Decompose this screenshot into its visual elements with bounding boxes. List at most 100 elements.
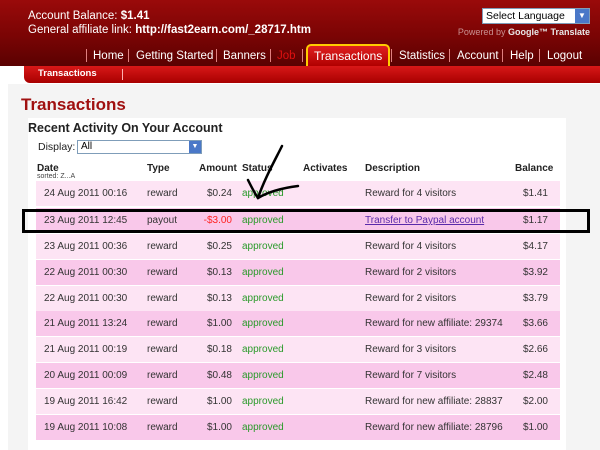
cell-balance: $3.79 <box>522 293 548 304</box>
nav-divider <box>449 49 450 62</box>
table-row: 22 Aug 2011 00:30 reward $0.13 approved Rewa… <box>36 260 560 285</box>
nav-account[interactable]: Account <box>457 48 499 64</box>
cell-type: reward <box>147 396 178 407</box>
powered-by-label: Powered by <box>457 27 506 37</box>
cell-amount: $0.13 <box>206 293 232 304</box>
cell-status: approved <box>242 293 284 304</box>
cell-status: approved <box>242 318 284 329</box>
cell-type: reward <box>147 422 178 433</box>
column-header-type: Type <box>147 163 170 174</box>
cell-amount: $0.13 <box>206 267 232 278</box>
cell-description: Reward for 4 visitors <box>365 188 457 199</box>
cell-date: 22 Aug 2011 00:30 <box>44 267 128 278</box>
nav-divider <box>539 49 540 62</box>
display-filter-label: Display: <box>38 141 76 153</box>
account-info: Account Balance: $1.41 General affiliate… <box>28 9 311 37</box>
cell-date: 21 Aug 2011 00:19 <box>44 344 128 355</box>
cell-date: 24 Aug 2011 00:16 <box>44 188 128 199</box>
nav-divider <box>128 49 129 62</box>
subnav-divider <box>122 69 123 80</box>
nav-job[interactable]: Job <box>277 48 296 64</box>
cell-date: 20 Aug 2011 00:09 <box>44 370 128 381</box>
cell-type: reward <box>147 188 178 199</box>
cell-description: Reward for new affiliate: 29374 <box>365 318 503 329</box>
cell-type: reward <box>147 370 178 381</box>
cell-status: approved <box>242 422 284 433</box>
cell-status: approved <box>242 241 284 252</box>
chevron-down-icon: ▼ <box>189 141 201 153</box>
cell-description: Reward for 7 visitors <box>365 370 457 381</box>
column-header-balance: Balance <box>515 163 554 174</box>
table-row: 21 Aug 2011 00:19 reward $0.18 approved Rewa… <box>36 337 560 362</box>
table-row: 20 Aug 2011 00:09 reward $0.48 approved Rewa… <box>36 363 560 388</box>
sort-indicator: sorted: Z...A <box>37 173 76 180</box>
chevron-down-icon: ▼ <box>575 9 589 23</box>
nav-divider <box>391 49 392 62</box>
powered-by: Powered by Google™ Translate <box>458 27 590 37</box>
display-filter-select[interactable]: All ▼ <box>77 140 202 154</box>
table-row: 21 Aug 2011 13:24 reward $1.00 approved Rewa… <box>36 311 560 336</box>
cell-status: approved <box>242 267 284 278</box>
column-header-description: Description <box>365 163 421 174</box>
nav-getting-started[interactable]: Getting Started <box>136 48 213 64</box>
cell-amount: $0.24 <box>206 188 232 199</box>
cell-description: Reward for 3 visitors <box>365 344 457 355</box>
cell-status: approved <box>242 370 284 381</box>
section-title: Recent Activity On Your Account <box>28 121 223 135</box>
cell-type: reward <box>147 267 178 278</box>
cell-type: reward <box>147 241 178 252</box>
nav-transactions[interactable]: Transactions <box>306 44 391 66</box>
cell-date: 21 Aug 2011 13:24 <box>44 318 128 329</box>
table-row: 22 Aug 2011 00:30 reward $0.13 approved Rewa… <box>36 286 560 311</box>
nav-statistics[interactable]: Statistics <box>399 48 445 64</box>
language-select-label: Select Language <box>486 10 565 22</box>
cell-type: reward <box>147 293 178 304</box>
cell-amount: $1.00 <box>206 396 232 407</box>
google-translate-logo[interactable]: Google™ Translate <box>508 27 590 37</box>
nav-home[interactable]: Home <box>93 48 124 64</box>
cell-status: approved <box>242 396 284 407</box>
cell-amount: $1.00 <box>206 318 232 329</box>
cell-date: 19 Aug 2011 16:42 <box>44 396 128 407</box>
cell-type: reward <box>147 318 178 329</box>
affiliate-label: General affiliate link: <box>28 24 132 36</box>
nav-divider <box>502 49 503 62</box>
page-title: Transactions <box>21 95 126 114</box>
cell-description: Reward for 2 visitors <box>365 267 457 278</box>
table-row: 19 Aug 2011 16:42 reward $1.00 approved Rewa… <box>36 389 560 414</box>
nav-divider <box>270 49 271 62</box>
cell-amount: $0.48 <box>206 370 232 381</box>
cell-amount: $0.18 <box>206 344 232 355</box>
balance-label: Account Balance: <box>28 10 118 22</box>
table-row: 19 Aug 2011 10:08 reward $1.00 approved Rewa… <box>36 415 560 440</box>
cell-balance: $1.00 <box>522 422 548 433</box>
cell-balance: $1.41 <box>522 188 548 199</box>
cell-type: reward <box>147 344 178 355</box>
nav-banners[interactable]: Banners <box>223 48 266 64</box>
cell-date: 23 Aug 2011 00:36 <box>44 241 128 252</box>
cell-amount: $0.25 <box>206 241 232 252</box>
annotation-arrow-icon <box>246 144 300 200</box>
nav-divider <box>302 49 303 62</box>
main-nav: Home Getting Started Banners Job Transac… <box>0 44 600 66</box>
cell-description: Reward for 4 visitors <box>365 241 457 252</box>
subnav-transactions[interactable]: Transactions <box>38 68 97 79</box>
cell-description: Reward for new affiliate: 28837 <box>365 396 503 407</box>
cell-date: 19 Aug 2011 10:08 <box>44 422 128 433</box>
cell-balance: $3.66 <box>522 318 548 329</box>
nav-divider <box>216 49 217 62</box>
nav-help[interactable]: Help <box>510 48 534 64</box>
cell-status: approved <box>242 344 284 355</box>
cell-balance: $2.48 <box>522 370 548 381</box>
cell-balance: $3.92 <box>522 267 548 278</box>
language-select[interactable]: Select Language ▼ <box>482 8 590 24</box>
nav-logout[interactable]: Logout <box>547 48 582 64</box>
annotation-highlight-box <box>22 209 590 233</box>
site-header: Account Balance: $1.41 General affiliate… <box>0 0 600 66</box>
cell-balance: $4.17 <box>522 241 548 252</box>
sub-nav: Transactions <box>24 66 600 83</box>
cell-date: 22 Aug 2011 00:30 <box>44 293 128 304</box>
table-row: 23 Aug 2011 00:36 reward $0.25 approved Rewa… <box>36 234 560 259</box>
affiliate-link[interactable]: http://fast2earn.com/_28717.htm <box>135 24 311 36</box>
cell-amount: $1.00 <box>206 422 232 433</box>
